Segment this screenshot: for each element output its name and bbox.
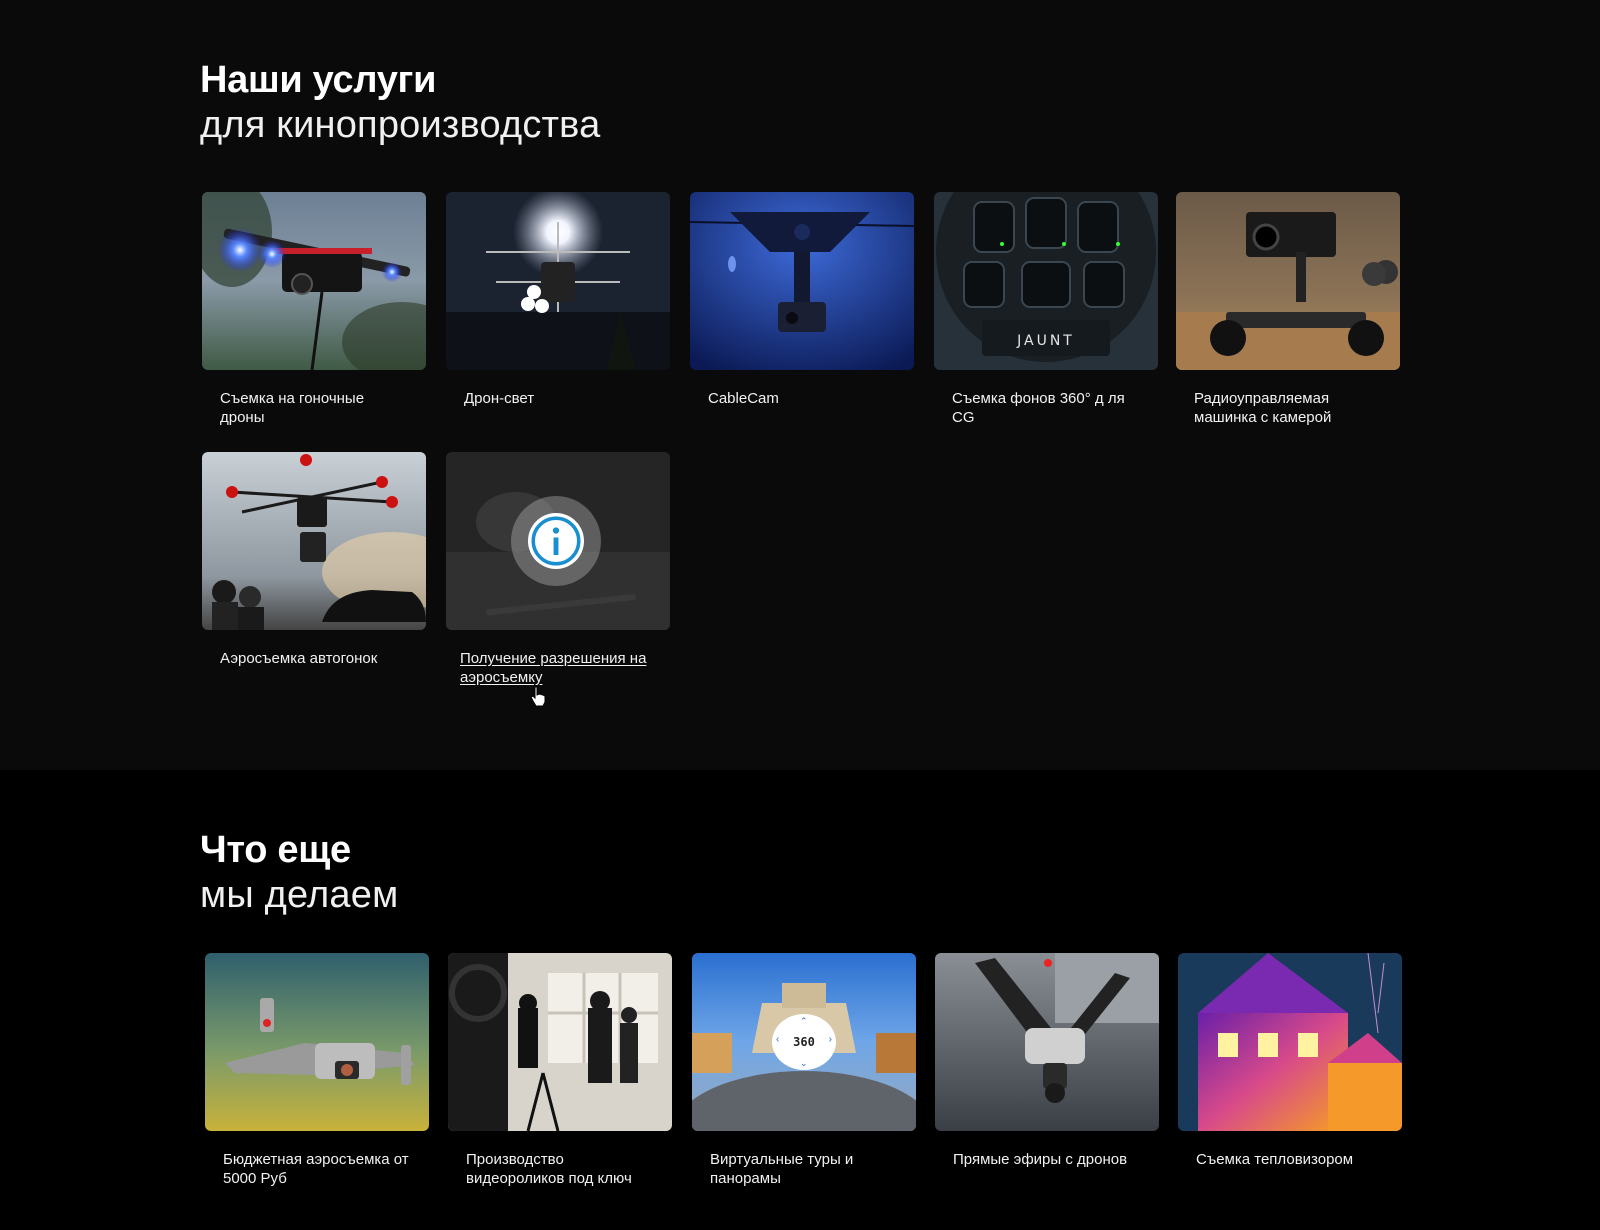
service-label[interactable]: Радиоуправляемая машинка с камерой [1194, 389, 1384, 427]
info-overlay-circle[interactable] [511, 496, 601, 586]
panorama-image[interactable]: 360 ⌃ ⌄ ‹ › [692, 953, 916, 1131]
film-services-section: Наши услуги для кинопроизводства Съемка … [0, 0, 1600, 770]
service-card-car-racing[interactable]: Аэросъемка автогонок [202, 452, 426, 667]
service-card-360-backgrounds[interactable]: JAUNT Съемка фонов 360° д ля CG [934, 192, 1158, 426]
service-card-video-production[interactable]: Производство видеороликов под ключ [448, 953, 672, 1187]
more-services-section: Что еще мы делаем Бюджетная аэросъемка о… [0, 770, 1600, 1230]
service-card-rc-car[interactable]: Радиоуправляемая машинка с камерой [1176, 192, 1400, 426]
service-label[interactable]: Виртуальные туры и панорамы [710, 1150, 900, 1188]
budget-drone-image[interactable] [205, 953, 429, 1131]
permits-image[interactable] [446, 452, 670, 630]
live-drone-image[interactable] [935, 953, 1159, 1131]
arrow-up-icon: ⌃ [800, 1016, 808, 1026]
film-services-heading: Наши услуги для кинопроизводства [200, 58, 600, 148]
arrow-right-icon: › [828, 1034, 832, 1045]
service-card-racing-drones[interactable]: Съемка на гоночные дроны [202, 192, 426, 426]
pano-360-badge[interactable]: 360 ⌃ ⌄ ‹ › [772, 1014, 836, 1070]
service-label[interactable]: Бюджетная аэросъемка от 5000 Руб [223, 1150, 413, 1188]
service-label[interactable]: Дрон-свет [464, 389, 654, 408]
cablecam-image[interactable] [690, 192, 914, 370]
service-label[interactable]: Производство видеороликов под ключ [466, 1150, 656, 1188]
service-card-budget-aerial[interactable]: Бюджетная аэросъемка от 5000 Руб [205, 953, 429, 1187]
pano-360-label: 360 [793, 1035, 815, 1049]
service-card-cablecam[interactable]: CableCam [690, 192, 914, 407]
racing-drone-image[interactable] [202, 192, 426, 370]
service-card-permits[interactable]: Получение разрешения на аэросъемку [446, 452, 670, 707]
film-services-title: Наши услуги [200, 59, 437, 101]
hand-cursor-icon [530, 686, 546, 707]
360-camera-image[interactable]: JAUNT [934, 192, 1158, 370]
jaunt-brand-label: JAUNT [1016, 333, 1075, 349]
info-icon [531, 516, 581, 566]
service-label[interactable]: CableCam [708, 389, 898, 408]
service-card-virtual-tours[interactable]: 360 ⌃ ⌄ ‹ › Виртуальные туры и панорамы [692, 953, 916, 1187]
service-label[interactable]: Прямые эфиры с дронов [953, 1150, 1143, 1169]
more-services-subtitle: мы делаем [200, 874, 399, 916]
car-racing-image[interactable] [202, 452, 426, 630]
rc-car-image[interactable] [1176, 192, 1400, 370]
service-card-live-streams[interactable]: Прямые эфиры с дронов [935, 953, 1159, 1168]
arrow-down-icon: ⌄ [800, 1058, 808, 1068]
service-card-drone-light[interactable]: Дрон-свет [446, 192, 670, 407]
video-production-image[interactable] [448, 953, 672, 1131]
service-label[interactable]: Аэросъемка автогонок [220, 649, 410, 668]
thermal-house-image[interactable] [1178, 953, 1402, 1131]
more-services-title: Что еще [200, 829, 351, 871]
service-label[interactable]: Съемка на гоночные дроны [220, 389, 410, 427]
film-services-subtitle: для кинопроизводства [200, 104, 601, 146]
more-services-heading: Что еще мы делаем [200, 828, 398, 918]
drone-light-image[interactable] [446, 192, 670, 370]
service-card-thermal[interactable]: Съемка тепловизором [1178, 953, 1402, 1168]
service-label-link[interactable]: Получение разрешения на аэросъемку [460, 649, 650, 687]
arrow-left-icon: ‹ [776, 1034, 780, 1045]
service-label[interactable]: Съемка тепловизором [1196, 1150, 1386, 1169]
service-label[interactable]: Съемка фонов 360° д ля CG [952, 389, 1142, 427]
